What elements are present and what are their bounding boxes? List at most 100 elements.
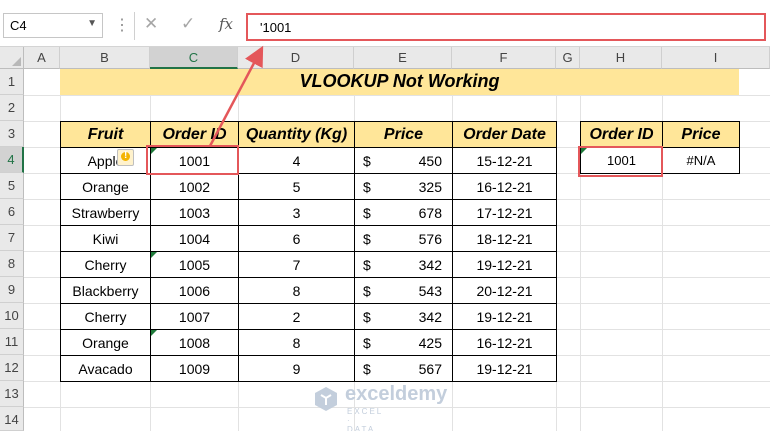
column-header-i[interactable]: I [662,47,770,69]
cell-quantity[interactable]: 5 [238,173,355,200]
row-header-8[interactable]: 8 [0,251,24,277]
table-row: Orange 1008 8 $425 16-12-21 [60,329,557,356]
cell-fruit[interactable]: Apple [60,147,151,174]
price-value: 567 [418,361,442,377]
highlight-box-c4 [146,145,239,175]
column-header-e[interactable]: E [354,47,452,69]
cell-order-date[interactable]: 18-12-21 [452,225,557,252]
cell-order-date[interactable]: 17-12-21 [452,199,557,226]
cell-quantity[interactable]: 8 [238,277,355,304]
sheet-title[interactable]: VLOOKUP Not Working [60,69,739,95]
row-header-1[interactable]: 1 [0,69,24,95]
cell-order-id[interactable]: 1008 [150,329,239,356]
currency-symbol: $ [363,153,371,169]
name-box[interactable]: C4 ▼ [3,13,103,38]
cell-quantity[interactable]: 2 [238,303,355,330]
cell-fruit[interactable]: Avacado [60,355,151,382]
header-lookup-price[interactable]: Price [662,121,740,148]
cell-fruit[interactable]: Cherry [60,251,151,278]
cell-order-id[interactable]: 1009 [150,355,239,382]
column-header-h[interactable]: H [580,47,662,69]
cell-order-date[interactable]: 19-12-21 [452,251,557,278]
cancel-icon[interactable]: ✕ [144,14,158,34]
row-header-2[interactable]: 2 [0,95,24,121]
row-header-5[interactable]: 5 [0,173,24,199]
cell-order-date[interactable]: 19-12-21 [452,303,557,330]
currency-symbol: $ [363,257,371,273]
warning-icon[interactable]: ! [117,149,134,166]
row-header-10[interactable]: 10 [0,303,24,329]
cell-order-id[interactable]: 1004 [150,225,239,252]
header-order-date[interactable]: Order Date [452,121,557,148]
cell-price[interactable]: $678 [354,199,453,226]
column-header-f[interactable]: F [452,47,556,69]
currency-symbol: $ [363,309,371,325]
enter-icon[interactable]: ✓ [181,14,195,34]
cell-quantity[interactable]: 4 [238,147,355,174]
cell-order-date[interactable]: 20-12-21 [452,277,557,304]
cell-fruit[interactable]: Blackberry [60,277,151,304]
cell-quantity[interactable]: 8 [238,329,355,356]
row-header-12[interactable]: 12 [0,355,24,381]
table-row: Avacado 1009 9 $567 19-12-21 [60,355,557,382]
row-header-3[interactable]: 3 [0,121,24,147]
column-header-a[interactable]: A [24,47,60,69]
header-lookup-order-id[interactable]: Order ID [580,121,663,148]
column-header-c[interactable]: C [150,47,238,69]
cell-order-id[interactable]: 1005 [150,251,239,278]
cell-quantity[interactable]: 3 [238,199,355,226]
error-indicator-icon [151,252,157,258]
row-header-14[interactable]: 14 [0,407,24,431]
cell-price[interactable]: $576 [354,225,453,252]
row-header-7[interactable]: 7 [0,225,24,251]
cell-price[interactable]: $325 [354,173,453,200]
table-row: Orange 1002 5 $325 16-12-21 [60,173,557,200]
table-row: Cherry 1007 2 $342 19-12-21 [60,303,557,330]
cell-quantity[interactable]: 9 [238,355,355,382]
row-header-6[interactable]: 6 [0,199,24,225]
highlight-box-h4 [578,146,663,177]
cell-fruit[interactable]: Strawberry [60,199,151,226]
currency-symbol: $ [363,335,371,351]
cell-price[interactable]: $425 [354,329,453,356]
more-options-icon[interactable]: ⋮ [114,15,130,35]
cell-order-id[interactable]: 1003 [150,199,239,226]
row-header-13[interactable]: 13 [0,381,24,407]
header-order-id[interactable]: Order ID [150,121,239,148]
lookup-price-result[interactable]: #N/A [662,147,740,174]
row-header-4[interactable]: 4 [0,147,24,173]
cell-fruit[interactable]: Orange [60,329,151,356]
price-value: 342 [418,257,442,273]
chevron-down-icon[interactable]: ▼ [87,18,97,29]
column-header-g[interactable]: G [556,47,580,69]
cell-order-date[interactable]: 16-12-21 [452,329,557,356]
row-header-9[interactable]: 9 [0,277,24,303]
row-header-11[interactable]: 11 [0,329,24,355]
cell-price[interactable]: $450 [354,147,453,174]
cell-fruit[interactable]: Orange [60,173,151,200]
cell-order-date[interactable]: 19-12-21 [452,355,557,382]
cell-order-date[interactable]: 16-12-21 [452,173,557,200]
cell-fruit[interactable]: Cherry [60,303,151,330]
cell-price[interactable]: $543 [354,277,453,304]
cell-order-id[interactable]: 1002 [150,173,239,200]
cell-order-id[interactable]: 1007 [150,303,239,330]
cell-order-date[interactable]: 15-12-21 [452,147,557,174]
cell-fruit[interactable]: Kiwi [60,225,151,252]
header-price[interactable]: Price [354,121,453,148]
header-quantity[interactable]: Quantity (Kg) [238,121,355,148]
column-header-d[interactable]: D [238,47,354,69]
column-header-b[interactable]: B [60,47,150,69]
header-fruit[interactable]: Fruit [60,121,151,148]
cell-price[interactable]: $567 [354,355,453,382]
select-all-button[interactable] [0,47,24,69]
formula-input[interactable]: '1001 [246,13,766,41]
insert-function-icon[interactable]: fx [219,15,233,33]
cell-quantity[interactable]: 6 [238,225,355,252]
cell-quantity[interactable]: 7 [238,251,355,278]
cell-order-id[interactable]: 1006 [150,277,239,304]
watermark-name: exceldemy [345,383,448,405]
cell-price[interactable]: $342 [354,251,453,278]
price-value: 325 [418,179,442,195]
cell-price[interactable]: $342 [354,303,453,330]
